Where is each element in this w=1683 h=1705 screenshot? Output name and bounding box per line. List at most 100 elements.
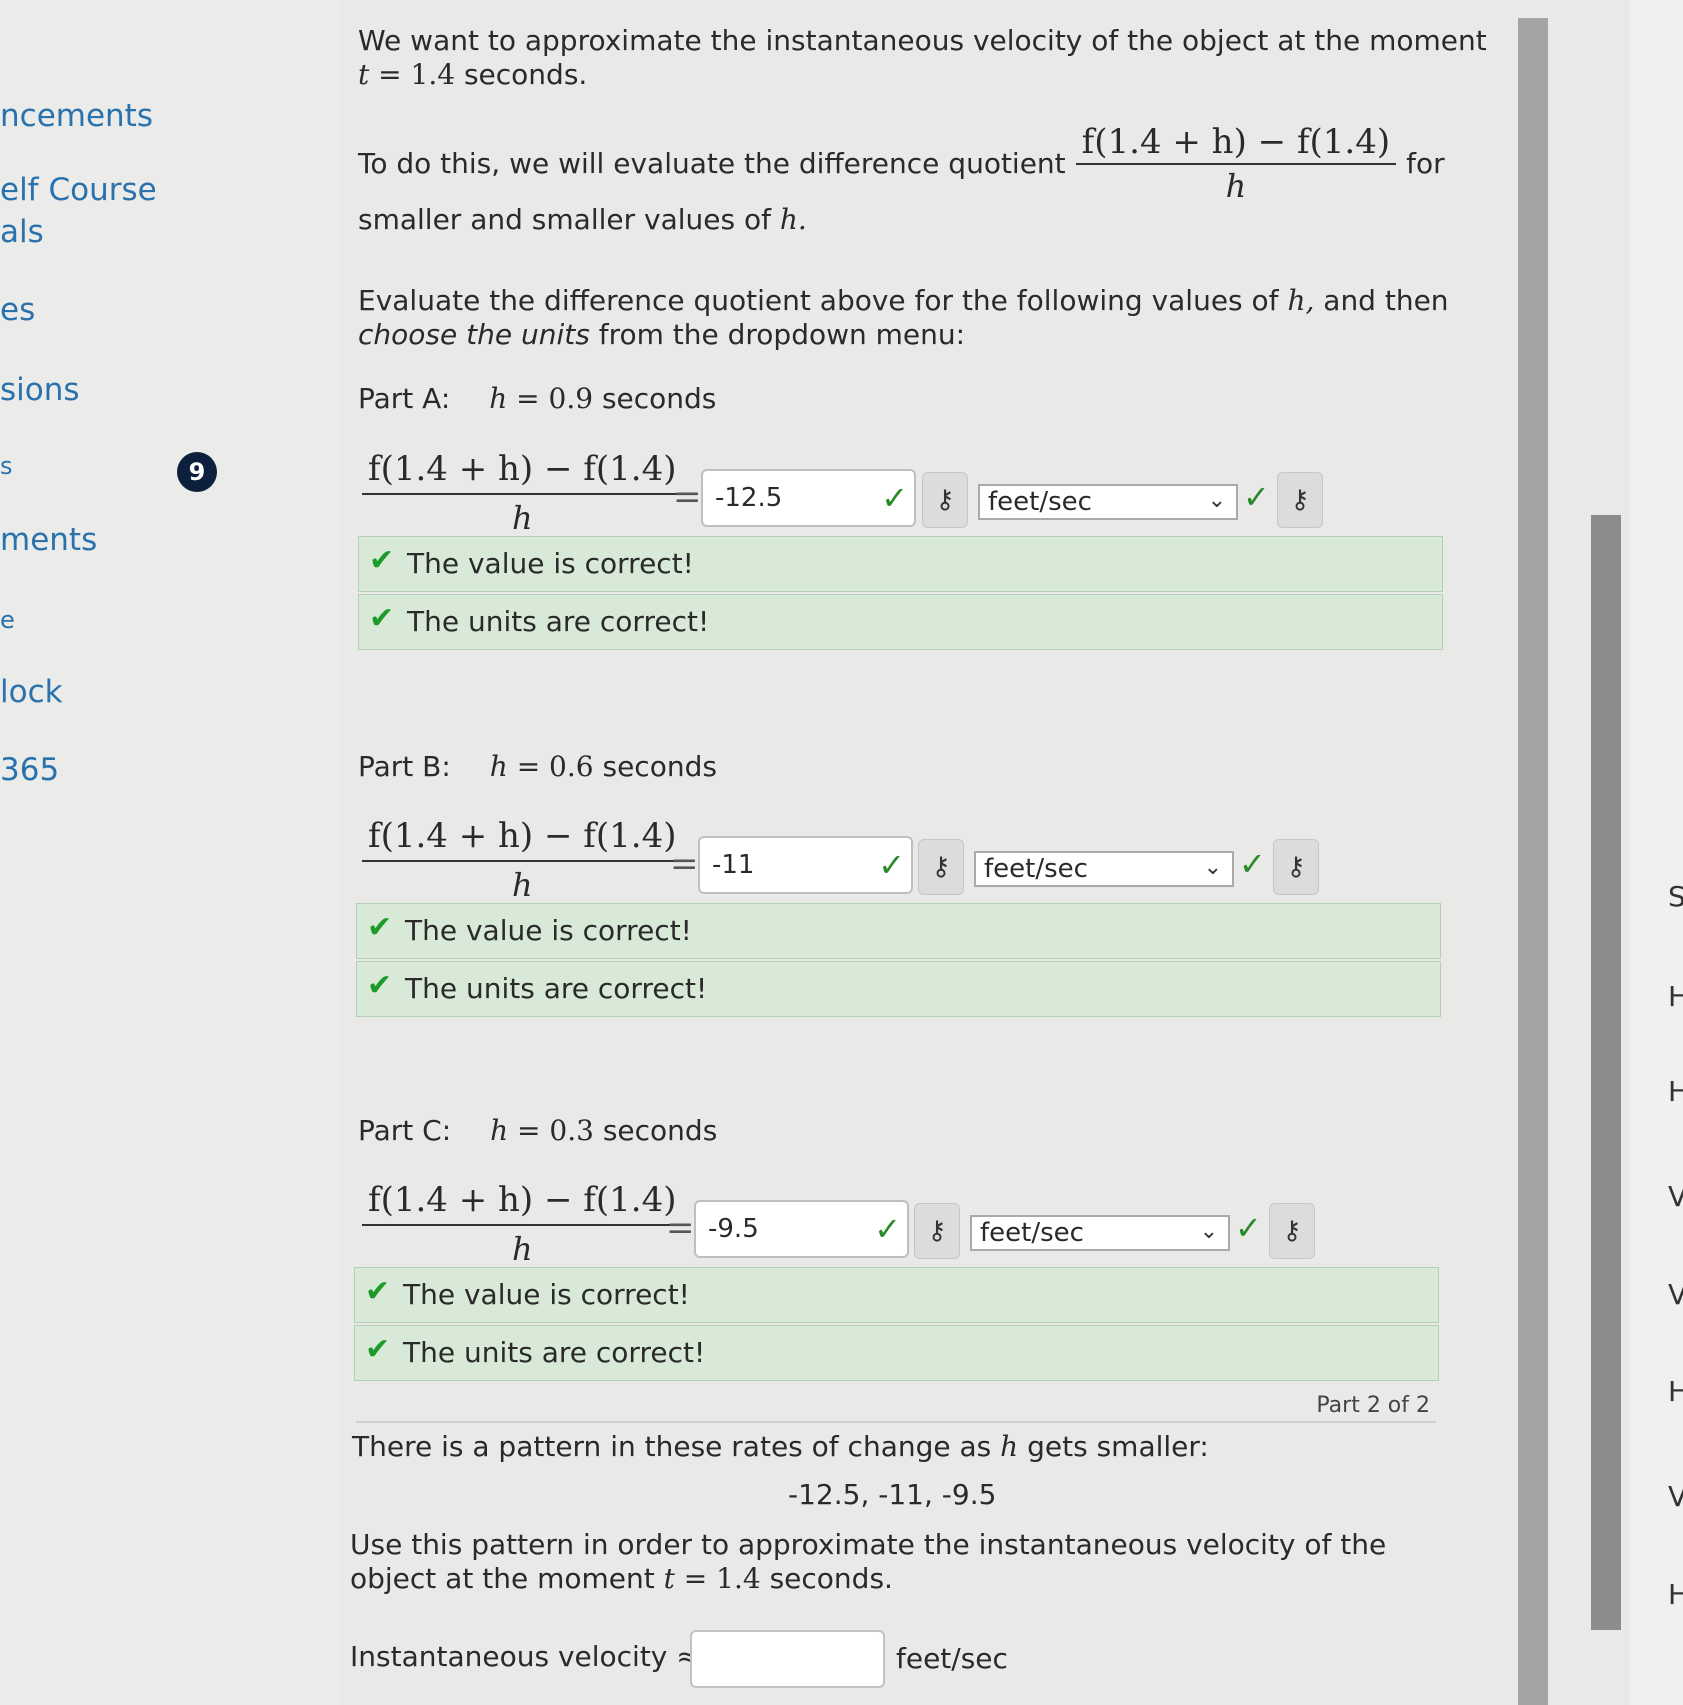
nav-item-sions[interactable]: sions <box>0 372 80 408</box>
instantaneous-velocity-label: Instantaneous velocity ≈ <box>350 1640 700 1673</box>
nav-item-es[interactable]: es <box>0 292 35 328</box>
eval-emphasis: choose the units <box>358 318 590 351</box>
intro-line-2: t = 1.4 seconds. <box>358 58 1518 92</box>
checkmark-icon: ✔ <box>367 910 393 945</box>
dq-lead-text: To do this, we will evaluate the differe… <box>358 147 1066 180</box>
checkmark-icon: ✔ <box>367 968 393 1003</box>
eval-text-2: and then <box>1323 284 1449 317</box>
denominator: h <box>511 866 533 904</box>
feedback-text: The value is correct! <box>407 547 694 580</box>
edge-text: H <box>1668 980 1683 1013</box>
part-b-label: Part B: <box>358 750 451 783</box>
part-a-units-select[interactable]: feet/sec ⌄ <box>978 484 1238 520</box>
key-icon[interactable]: ⚷ <box>1277 472 1323 528</box>
part-b-fraction: f(1.4 + h) − f(1.4) h <box>362 816 683 904</box>
pattern-lead-text: There is a pattern in these rates of cha… <box>352 1430 992 1463</box>
nav-item-365[interactable]: 365 <box>0 752 59 788</box>
var-t: t <box>663 1562 675 1595</box>
var-h: h <box>489 750 508 783</box>
edge-text: V <box>1668 1278 1683 1311</box>
selected-unit: feet/sec <box>988 487 1092 517</box>
checkmark-icon: ✔ <box>365 1274 391 1309</box>
edge-text: H <box>1668 1375 1683 1408</box>
var-h: h <box>490 1114 509 1147</box>
eval-text-1: Evaluate the difference quotient above f… <box>358 284 1279 317</box>
page-scrollbar-thumb[interactable] <box>1591 515 1621 1630</box>
denominator: h <box>511 499 533 537</box>
feedback-text: The value is correct! <box>405 914 692 947</box>
part-b-answer-input[interactable]: -11 ✓ <box>698 836 913 894</box>
key-icon[interactable]: ⚷ <box>922 472 968 528</box>
part-c-units-select[interactable]: feet/sec ⌄ <box>970 1215 1230 1251</box>
edge-text: V <box>1668 1480 1683 1513</box>
check-icon: ✓ <box>1243 478 1270 516</box>
pattern-intro: There is a pattern in these rates of cha… <box>352 1430 1209 1463</box>
dq-numerator: f(1.4 + h) − f(1.4) <box>1081 122 1391 162</box>
unit-text: seconds. <box>463 58 588 91</box>
pattern-instruction-line-1: Use this pattern in order to approximate… <box>350 1528 1387 1561</box>
key-icon[interactable]: ⚷ <box>1269 1203 1315 1259</box>
denominator: h <box>511 1230 533 1268</box>
nav-item-self-course[interactable]: elf Course <box>0 172 157 208</box>
feedback-text: The units are correct! <box>405 972 708 1005</box>
var-h: h <box>489 382 508 415</box>
equals-sign: = <box>666 1208 695 1248</box>
equals-sign: = <box>670 844 699 884</box>
page-scrollbar-track[interactable] <box>1518 18 1548 1705</box>
feedback-text: The value is correct! <box>403 1278 690 1311</box>
key-icon[interactable]: ⚷ <box>918 839 964 895</box>
nav-item-lock[interactable]: lock <box>0 674 63 710</box>
numerator: f(1.4 + h) − f(1.4) <box>368 1180 677 1220</box>
check-icon: ✓ <box>878 846 905 884</box>
part-c-label-row: Part C: h = 0.3 seconds <box>358 1114 717 1147</box>
nav-item-s[interactable]: s <box>0 452 13 480</box>
feedback-text: The units are correct! <box>407 605 710 638</box>
dq-line-2: smaller and smaller values of h. <box>358 203 1518 237</box>
selected-unit: feet/sec <box>980 1218 1084 1248</box>
edge-text: V <box>1668 1180 1683 1213</box>
key-icon[interactable]: ⚷ <box>914 1203 960 1259</box>
question-content: We want to approximate the instantaneous… <box>340 0 1520 1705</box>
part-c-answer-input[interactable]: -9.5 ✓ <box>694 1200 909 1258</box>
checkmark-icon: ✔ <box>369 543 395 578</box>
difference-quotient-paragraph: To do this, we will evaluate the differe… <box>358 125 1518 237</box>
part-a-answer-input[interactable]: -12.5 ✓ <box>701 469 916 527</box>
part-b-units-select[interactable]: feet/sec ⌄ <box>974 851 1234 887</box>
section-divider <box>356 1421 1436 1423</box>
pattern-tail-text: gets smaller: <box>1027 1430 1209 1463</box>
h-unit: seconds <box>602 1114 718 1147</box>
part-c-value-feedback: ✔ The value is correct! <box>354 1267 1439 1323</box>
difference-quotient-fraction: f(1.4 + h) − f(1.4) h <box>1075 122 1397 205</box>
dq-denominator: h <box>1225 167 1247 205</box>
nav-item-announcements[interactable]: ncements <box>0 98 153 134</box>
question-number-badge: 9 <box>177 452 217 492</box>
part-b-label-row: Part B: h = 0.6 seconds <box>358 750 717 783</box>
part-c-units-feedback: ✔ The units are correct! <box>354 1325 1439 1381</box>
instantaneous-velocity-input[interactable] <box>690 1630 885 1688</box>
right-side-panel <box>1630 0 1683 1705</box>
chevron-down-icon: ⌄ <box>1199 1219 1218 1244</box>
var-h: h, <box>1287 284 1315 317</box>
edge-text: S <box>1668 880 1683 913</box>
numerator: f(1.4 + h) − f(1.4) <box>368 816 677 856</box>
nav-item-self-course-cont[interactable]: als <box>0 214 44 250</box>
answer-value: -11 <box>712 850 755 880</box>
check-icon: ✓ <box>1239 845 1266 883</box>
fraction-bar <box>1075 163 1397 165</box>
check-icon: ✓ <box>881 479 908 517</box>
intro-line-1: We want to approximate the instantaneous… <box>358 24 1487 57</box>
numerator: f(1.4 + h) − f(1.4) <box>368 449 677 489</box>
nav-item-e[interactable]: e <box>0 606 15 634</box>
part-c-label: Part C: <box>358 1114 452 1147</box>
part-a-expression: f(1.4 + h) − f(1.4) h <box>362 449 683 537</box>
fraction-bar <box>362 493 683 495</box>
dq-after-text: for <box>1406 147 1445 180</box>
nav-item-ments[interactable]: ments <box>0 522 97 558</box>
instruction-text: object at the moment <box>350 1562 655 1595</box>
dq-line-1: To do this, we will evaluate the differe… <box>358 125 1518 203</box>
part-a-fraction: f(1.4 + h) − f(1.4) h <box>362 449 683 537</box>
key-icon[interactable]: ⚷ <box>1273 839 1319 895</box>
edge-text: H <box>1668 1075 1683 1108</box>
check-icon: ✓ <box>1235 1209 1262 1247</box>
instructions-line-2: choose the units from the dropdown menu: <box>358 318 1518 352</box>
